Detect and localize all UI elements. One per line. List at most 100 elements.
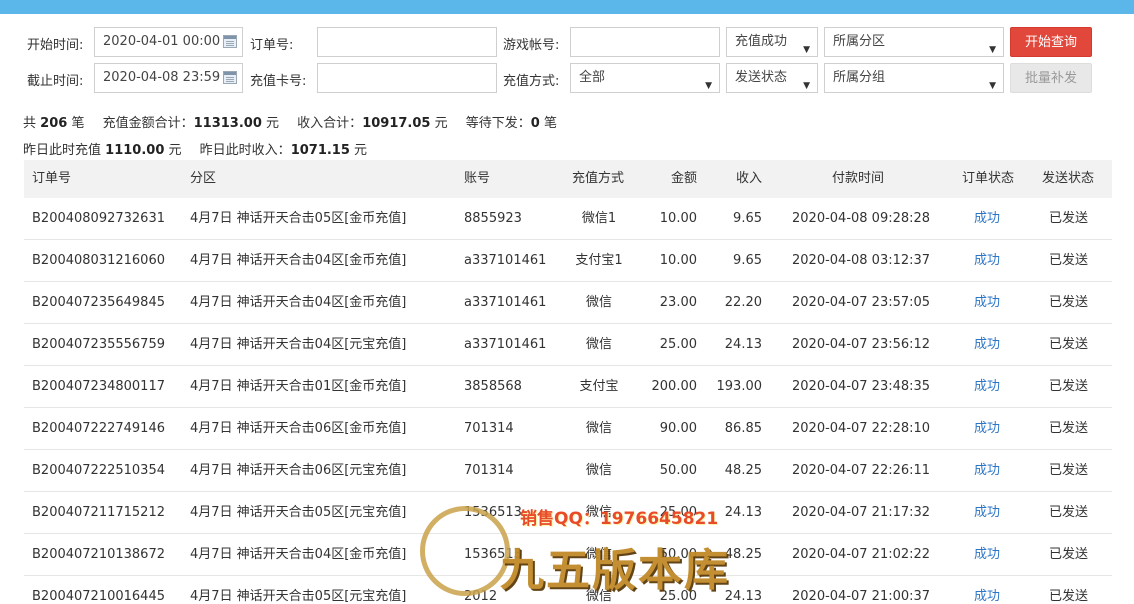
cell-zone: 4月7日 神话开天合击04区[金币充值] <box>190 547 407 562</box>
cell-order: B200407210016445 <box>32 589 165 604</box>
cell-account: 701314 <box>464 421 514 436</box>
order-no-input[interactable] <box>317 27 497 57</box>
cell-amount: 10.00 <box>659 253 697 268</box>
header-income: 收入 <box>735 171 762 186</box>
income-label: 收入合计： <box>297 116 363 131</box>
cell-order: B200407210138672 <box>32 547 165 562</box>
cell-zone: 4月7日 神话开天合击05区[元宝充值] <box>190 505 407 520</box>
start-time-label: 开始时间: <box>27 38 84 53</box>
table-row: B200408092732631 4月7日 神话开天合击05区[金币充值] 8855… <box>24 198 1112 240</box>
cell-income: 22.20 <box>724 295 762 310</box>
cell-order: B200407235556759 <box>32 337 165 352</box>
cell-order-status[interactable]: 成功 <box>974 408 1006 450</box>
table-row: B200407235649845 4月7日 神话开天合击04区[金币充值] a337… <box>24 282 1112 324</box>
calendar-icon[interactable] <box>223 71 237 84</box>
cell-zone: 4月7日 神话开天合击04区[元宝充值] <box>190 337 407 352</box>
cell-order-status[interactable]: 成功 <box>974 240 1006 282</box>
chevron-down-icon: ▼ <box>803 45 810 55</box>
end-time-value: 2020-04-08 23:59 <box>103 70 221 85</box>
total-unit: 笔 <box>71 116 85 131</box>
income-unit: 元 <box>434 116 448 131</box>
amount-value: 11313.00 <box>193 116 262 131</box>
cell-income: 48.25 <box>724 463 762 478</box>
search-button[interactable]: 开始查询 <box>1010 27 1092 57</box>
cell-zone: 4月7日 神话开天合击04区[金币充值] <box>190 253 407 268</box>
batch-resend-button[interactable]: 批量补发 <box>1010 63 1092 93</box>
send-status-select[interactable]: 发送状态 ▼ <box>726 63 818 93</box>
calendar-icon[interactable] <box>223 35 237 48</box>
method-label: 充值方式: <box>503 74 560 89</box>
cell-send-status: 已发送 <box>1049 421 1089 436</box>
game-account-label: 游戏帐号: <box>503 38 560 53</box>
cell-amount: 10.00 <box>659 211 697 226</box>
cell-paytime: 2020-04-07 22:26:11 <box>792 463 931 478</box>
cell-order-status[interactable]: 成功 <box>974 576 1006 604</box>
summary-line: 共 206 笔 充值金额合计：11313.00 元 收入合计：10917.05 … <box>23 112 557 131</box>
watermark-qq: 销售QQ：1976645821 <box>520 509 719 529</box>
yesterday-line: 昨日此时充值 1110.00 元 昨日此时收入：1071.15 元 <box>23 139 367 158</box>
header-zone: 分区 <box>190 171 217 186</box>
chevron-down-icon: ▼ <box>989 81 996 91</box>
cell-amount: 25.00 <box>659 337 697 352</box>
method-select-value: 全部 <box>579 70 606 85</box>
cell-method: 微信 <box>585 295 612 310</box>
cell-income: 24.13 <box>724 337 762 352</box>
cell-order: B200407222510354 <box>32 463 165 478</box>
end-time-label: 截止时间: <box>27 74 84 89</box>
cell-method: 支付宝 <box>579 379 619 394</box>
cell-zone: 4月7日 神话开天合击05区[元宝充值] <box>190 589 407 604</box>
send-status-value: 发送状态 <box>735 70 788 85</box>
cell-order: B200407235649845 <box>32 295 165 310</box>
cell-paytime: 2020-04-08 03:12:37 <box>792 253 931 268</box>
cell-income: 193.00 <box>716 379 763 394</box>
header-amount: 金额 <box>670 171 697 186</box>
group-select[interactable]: 所属分组 ▼ <box>824 63 1004 93</box>
header-paytime: 付款时间 <box>832 171 885 186</box>
cell-paytime: 2020-04-07 23:48:35 <box>792 379 931 394</box>
yesterday-income-unit: 元 <box>354 143 368 158</box>
cell-paytime: 2020-04-07 21:02:22 <box>792 547 931 562</box>
cell-order-status[interactable]: 成功 <box>974 366 1006 408</box>
cell-send-status: 已发送 <box>1049 505 1089 520</box>
cell-income: 9.65 <box>733 253 762 268</box>
cell-order-status[interactable]: 成功 <box>974 324 1006 366</box>
table-row: B200407235556759 4月7日 神话开天合击04区[元宝充值] a337… <box>24 324 1112 366</box>
cell-zone: 4月7日 神话开天合击05区[金币充值] <box>190 211 407 226</box>
chevron-down-icon: ▼ <box>989 45 996 55</box>
cell-method: 微信 <box>585 337 612 352</box>
cell-amount: 90.00 <box>659 421 697 436</box>
pending-unit: 笔 <box>543 116 557 131</box>
recharge-status-select[interactable]: 充值成功 ▼ <box>726 27 818 57</box>
start-time-input[interactable]: 2020-04-01 00:00 <box>94 27 243 57</box>
table-row: B200407234800117 4月7日 神话开天合击01区[金币充值] 3858… <box>24 366 1112 408</box>
cell-send-status: 已发送 <box>1049 463 1089 478</box>
pending-label: 等待下发： <box>465 116 531 131</box>
cell-order-status[interactable]: 成功 <box>974 282 1006 324</box>
cell-order-status[interactable]: 成功 <box>974 198 1006 240</box>
cell-send-status: 已发送 <box>1049 253 1089 268</box>
cell-order: B200408031216060 <box>32 253 165 268</box>
cell-method: 微信 <box>585 421 612 436</box>
cell-order-status[interactable]: 成功 <box>974 534 1006 576</box>
cell-paytime: 2020-04-07 21:00:37 <box>792 589 931 604</box>
game-account-input[interactable] <box>570 27 720 57</box>
cell-account: 3858568 <box>464 379 522 394</box>
yesterday-income-value: 1071.15 <box>290 143 350 158</box>
cell-order-status[interactable]: 成功 <box>974 492 1006 534</box>
cell-order: B200407211715212 <box>32 505 165 520</box>
cell-order-status[interactable]: 成功 <box>974 450 1006 492</box>
cell-account: a337101461 <box>464 253 547 268</box>
cell-zone: 4月7日 神话开天合击06区[元宝充值] <box>190 463 407 478</box>
cell-zone: 4月7日 神话开天合击06区[金币充值] <box>190 421 407 436</box>
cell-account: a337101461 <box>464 295 547 310</box>
zone-select[interactable]: 所属分区 ▼ <box>824 27 1004 57</box>
end-time-input[interactable]: 2020-04-08 23:59 <box>94 63 243 93</box>
order-no-label: 订单号: <box>250 38 294 53</box>
cell-paytime: 2020-04-07 21:17:32 <box>792 505 931 520</box>
method-select[interactable]: 全部 ▼ <box>570 63 720 93</box>
cell-method: 微信1 <box>581 211 617 226</box>
cell-send-status: 已发送 <box>1049 337 1089 352</box>
cell-paytime: 2020-04-07 23:56:12 <box>792 337 931 352</box>
cell-order: B200408092732631 <box>32 211 165 226</box>
card-no-input[interactable] <box>317 63 497 93</box>
